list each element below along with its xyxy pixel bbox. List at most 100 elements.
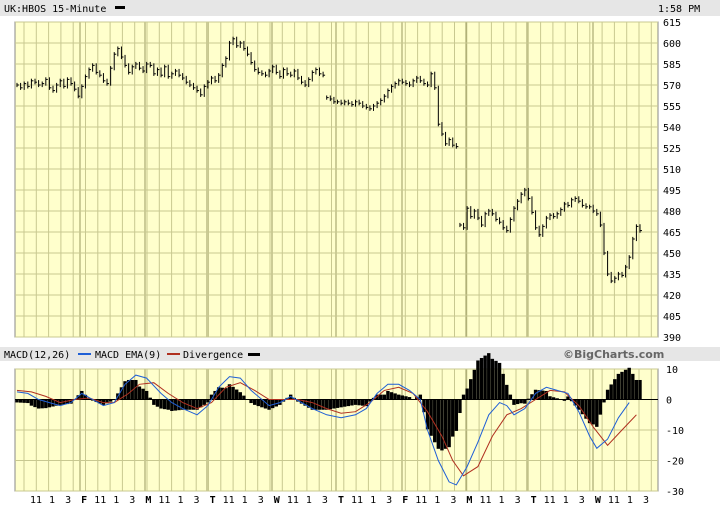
divergence-bar: [238, 392, 242, 400]
x-tick-label: W: [595, 495, 602, 506]
x-tick-label: 1: [434, 495, 440, 506]
divergence-bar: [245, 399, 250, 400]
y-tick-label: 450: [663, 249, 681, 260]
x-tick-label: 1: [499, 495, 505, 506]
x-tick-label: 3: [258, 495, 264, 506]
divergence-bar: [404, 396, 408, 400]
divergence-bar: [126, 379, 131, 400]
x-tick-label: 3: [579, 495, 585, 506]
x-axis-labels: 11 1 3 F 11 1 3 M 11 1 3 T 11 1 3 W 11 1 3 T 11 1 3 F 11 1 3 M 11 1 3 T…: [30, 495, 649, 506]
divergence-bar: [555, 398, 559, 400]
price-axis: 615 600 585 570 555 540 525 510 495 480 465 450 435 4…: [663, 18, 681, 344]
x-tick-label: 1: [49, 495, 55, 506]
x-tick-label: 11: [30, 495, 42, 506]
divergence-bar: [332, 399, 336, 409]
x-tick-label: 1: [113, 495, 119, 506]
macd-axis: 10 0 -10 -20 -30: [666, 365, 684, 498]
y-tick-label: -10: [666, 426, 684, 437]
x-tick-label: 3: [65, 495, 71, 506]
divergence-bar: [497, 362, 502, 400]
divergence-bar: [22, 399, 26, 403]
divergence-bar: [515, 399, 520, 405]
x-tick-label: 3: [322, 495, 328, 506]
divergence-bar: [33, 399, 37, 408]
divergence-bar: [512, 399, 516, 405]
x-tick-label: M: [466, 495, 472, 506]
chart-root: UK:HBOS 15-Minute 1:58 PM 615 600 585 570 55…: [0, 0, 720, 510]
x-tick-label: F: [402, 495, 408, 506]
y-tick-label: 525: [663, 144, 681, 155]
divergence-bar: [623, 369, 628, 400]
divergence-bar: [350, 399, 354, 406]
y-tick-label: -20: [666, 457, 684, 468]
divergence-bar: [487, 353, 491, 400]
divergence-bar: [559, 399, 563, 400]
macd-ema-label: MACD EMA(9): [95, 350, 161, 361]
divergence-bar: [501, 373, 505, 400]
divergence-bar: [595, 399, 599, 427]
divergence-bar: [447, 399, 451, 448]
y-tick-label: 510: [663, 165, 681, 176]
divergence-bar: [108, 399, 113, 402]
x-tick-label: 11: [158, 495, 170, 506]
y-tick-label: 555: [663, 102, 681, 113]
divergence-bar: [454, 399, 459, 431]
divergence-bar: [159, 399, 163, 409]
divergence-bar: [479, 358, 484, 400]
divergence-bar: [36, 399, 41, 409]
divergence-bar: [321, 399, 325, 410]
divergence-bar: [451, 399, 455, 437]
divergence-bar: [231, 386, 235, 400]
divergence-bar: [407, 397, 412, 400]
divergence-bar: [152, 399, 156, 405]
divergence-bar: [249, 399, 253, 404]
divergence-bar: [353, 399, 358, 405]
divergence-bar: [191, 399, 196, 410]
divergence-bar: [393, 393, 397, 400]
x-tick-label: M: [145, 495, 151, 506]
x-tick-label: 1: [370, 495, 376, 506]
divergence-bar: [638, 379, 642, 400]
divergence-bar: [134, 379, 138, 400]
y-tick-label: 405: [663, 312, 681, 323]
divergence-bar: [627, 367, 631, 400]
divergence-bar: [433, 399, 437, 443]
y-tick-label: 435: [663, 270, 681, 281]
x-tick-label: 11: [544, 495, 556, 506]
y-tick-label: 480: [663, 207, 681, 218]
divergence-bar: [155, 399, 160, 407]
x-tick-label: 11: [608, 495, 620, 506]
divergence-legend-swatch: [248, 353, 260, 356]
divergence-bar: [526, 398, 531, 400]
divergence-bar: [343, 399, 347, 407]
divergence-bar: [148, 397, 152, 400]
y-tick-label: 10: [666, 365, 678, 376]
divergence-bar: [616, 373, 621, 400]
divergence-bar: [613, 379, 617, 400]
divergence-bar: [29, 399, 34, 406]
y-tick-label: 600: [663, 39, 681, 50]
divergence-bar: [256, 399, 260, 407]
divergence-bar: [523, 399, 527, 404]
ema-legend-swatch: [167, 353, 180, 355]
x-tick-label: 1: [306, 495, 312, 506]
divergence-bar: [411, 399, 415, 400]
divergence-bar: [476, 360, 480, 400]
divergence-bar: [436, 399, 441, 449]
watermark: ©BigCharts.com: [563, 348, 664, 361]
x-tick-label: 3: [194, 495, 200, 506]
divergence-bar: [483, 355, 487, 400]
divergence-bar: [234, 389, 239, 400]
x-tick-label: 11: [479, 495, 491, 506]
x-tick-label: 1: [563, 495, 569, 506]
divergence-bar: [382, 394, 387, 400]
divergence-bar: [591, 399, 595, 425]
divergence-bar: [224, 388, 228, 400]
divergence-bar: [18, 399, 23, 403]
divergence-bar: [400, 395, 405, 400]
divergence-bar: [634, 379, 639, 400]
x-tick-label: W: [274, 495, 281, 506]
chart-time: 1:58 PM: [658, 4, 700, 15]
divergence-bar: [252, 399, 257, 405]
chart-title: UK:HBOS 15-Minute: [4, 4, 106, 15]
